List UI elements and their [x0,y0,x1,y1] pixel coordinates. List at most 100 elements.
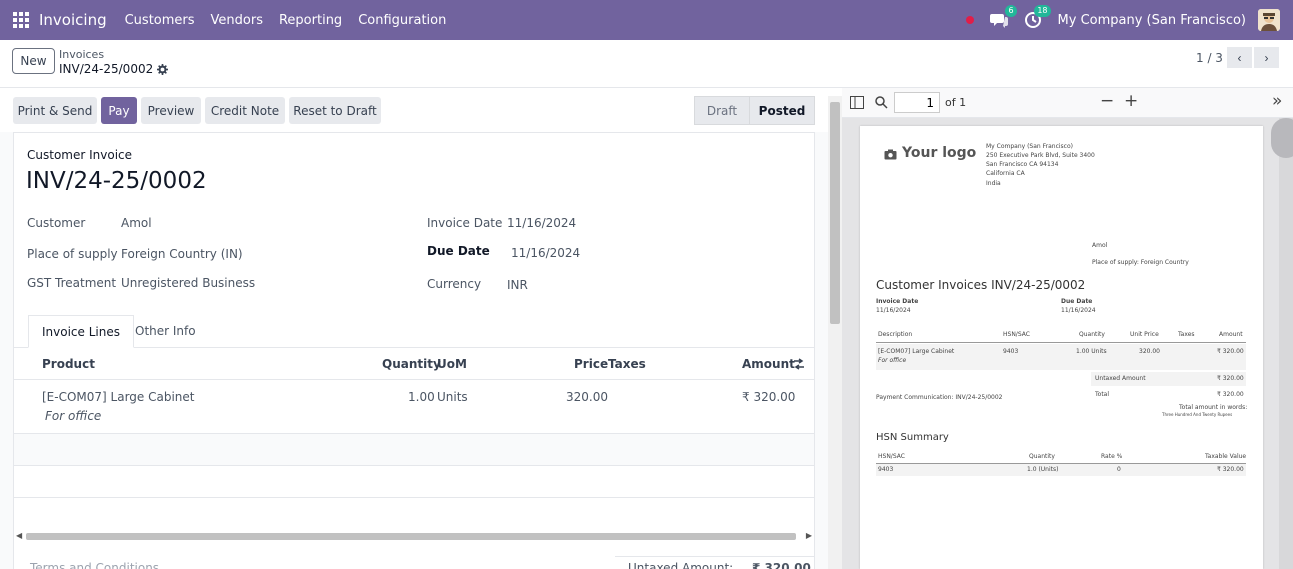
pdf-total-value: ₹ 320.00 [1217,391,1244,398]
more-tools-icon[interactable]: » [1272,91,1282,111]
reset-to-draft-button[interactable]: Reset to Draft [289,97,381,124]
new-button[interactable]: New [12,48,55,74]
pdf-hsn-th-rate: Rate % [1101,453,1123,460]
untaxed-value: ₹ 320.00 [752,561,811,569]
currency-field[interactable]: INR [507,278,528,292]
tab-invoice-lines[interactable]: Invoice Lines [28,315,134,348]
sidebar-toggle-icon[interactable] [850,96,864,109]
messages-icon[interactable]: 6 [989,5,1017,29]
nav-vendors[interactable]: Vendors [211,13,263,28]
col-quantity[interactable]: Quantity [382,357,441,371]
due-date-label: Due Date [427,244,490,258]
pager-next-button[interactable]: › [1254,47,1279,68]
horizontal-scroll-thumb[interactable] [26,533,796,540]
due-date-field[interactable]: 11/16/2024 [511,246,580,260]
pdf-page-input[interactable] [894,92,940,113]
nav-reporting[interactable]: Reporting [279,13,342,28]
terms-conditions[interactable]: Terms and Conditions [30,561,159,569]
messages-badge: 6 [1005,5,1017,17]
pdf-payment-communication: Payment Communication: INV/24-25/0002 [876,394,1003,401]
currency-label: Currency [427,277,482,291]
pdf-untaxed-label: Untaxed Amount [1095,375,1146,382]
pdf-company-line-5: India [986,180,1001,187]
pdf-company-line-1: My Company (San Francisco) [986,143,1073,150]
credit-note-button[interactable]: Credit Note [205,97,285,124]
pdf-hsn-qty: 1.0 (Units) [1027,466,1059,473]
place-of-supply-field[interactable]: Foreign Country (IN) [121,247,243,261]
nav-configuration[interactable]: Configuration [358,13,446,28]
search-icon[interactable] [875,96,888,109]
invoice-date-label: Invoice Date [427,216,503,230]
preview-button[interactable]: Preview [141,97,201,124]
pdf-th-amount: Amount [1219,331,1243,338]
breadcrumb-parent[interactable]: Invoices [59,48,104,61]
pager-value: 1 / 3 [1196,51,1223,65]
pdf-invoice-date: 11/16/2024 [876,307,911,314]
pdf-th-unit-price: Unit Price [1130,331,1159,338]
activities-icon[interactable]: 18 [1024,5,1051,29]
zoom-in-icon[interactable]: + [1124,91,1138,111]
pay-button[interactable]: Pay [101,97,137,124]
pdf-partner: Amol [1092,242,1108,249]
pdf-row-amount: ₹ 320.00 [1217,348,1244,355]
pdf-hsn-th-quantity: Quantity [1029,453,1055,460]
form-statusbar: Print & Send Pay Preview Credit Note Res… [0,88,828,132]
pdf-total-words: Three Hundred And Twenty Rupees [1162,412,1233,417]
col-amount[interactable]: Amount [742,357,795,371]
pdf-hsn-rate: 0 [1117,466,1121,473]
app-name[interactable]: Invoicing [39,11,107,29]
form-vertical-scrollbar[interactable] [828,96,842,569]
pdf-untaxed-value: ₹ 320.00 [1217,375,1244,382]
company-switcher[interactable]: My Company (San Francisco) [1058,13,1246,28]
pdf-row-note: For office [878,357,907,364]
pdf-scrollbar[interactable] [1271,118,1293,569]
invoice-date-field[interactable]: 11/16/2024 [507,216,576,230]
customer-label: Customer [27,216,86,230]
pdf-hsn-value: ₹ 320.00 [1217,466,1244,473]
row-quantity[interactable]: 1.00 [408,390,435,404]
row-amount[interactable]: ₹ 320.00 [742,390,795,404]
pdf-row-price: 320.00 [1139,348,1160,355]
form-scroll-thumb[interactable] [830,102,840,324]
col-price[interactable]: Price [574,357,608,371]
breadcrumb-current: INV/24-25/0002 [59,62,169,76]
tab-other-info[interactable]: Other Info [122,315,209,348]
camera-icon [884,149,897,160]
optional-columns-icon[interactable] [793,358,805,370]
print-send-button[interactable]: Print & Send [13,97,97,124]
customer-field[interactable]: Amol [121,216,152,230]
scroll-left-icon[interactable]: ◀ [16,531,22,540]
untaxed-label: Untaxed Amount: [628,561,734,569]
pager-previous-button[interactable]: ‹ [1227,47,1252,68]
col-uom[interactable]: UoM [437,357,467,371]
pdf-due-date: 11/16/2024 [1061,307,1096,314]
pdf-hsn-th-code: HSN/SAC [878,453,905,460]
pdf-scroll-thumb[interactable] [1271,118,1293,158]
row-uom[interactable]: Units [437,390,468,404]
pdf-company-line-2: 250 Executive Park Blvd, Suite 3400 [986,152,1095,159]
apps-menu-icon[interactable] [13,12,29,28]
top-navbar: Invoicing Customers Vendors Reporting Co… [0,0,1293,40]
row-price[interactable]: 320.00 [566,390,608,404]
row-description[interactable]: For office [45,409,101,423]
pdf-invoice-date-label: Invoice Date [876,298,919,305]
col-taxes[interactable]: Taxes [608,357,646,371]
form-sheet [13,132,815,569]
pdf-hsn-th-value: Taxable Value [1205,453,1247,460]
user-avatar[interactable] [1258,9,1280,31]
scroll-right-icon[interactable]: ▶ [806,531,812,540]
row-product[interactable]: [E-COM07] Large Cabinet [42,390,195,404]
pdf-hsn-title: HSN Summary [876,432,949,443]
nav-customers[interactable]: Customers [125,13,195,28]
gst-treatment-field[interactable]: Unregistered Business [121,276,255,290]
col-product[interactable]: Product [42,357,95,371]
gear-icon[interactable] [157,63,169,75]
pdf-th-hsn: HSN/SAC [1003,331,1030,338]
pdf-total-label: Total [1095,391,1110,398]
status-draft[interactable]: Draft [694,96,749,125]
status-bar: Draft Posted [694,96,815,125]
zoom-out-icon[interactable]: − [1100,91,1114,111]
invoice-number: INV/24-25/0002 [26,168,207,194]
pdf-logo-text: Your logo [902,145,977,161]
horizontal-scrollbar[interactable]: ◀ ▶ [14,530,812,542]
